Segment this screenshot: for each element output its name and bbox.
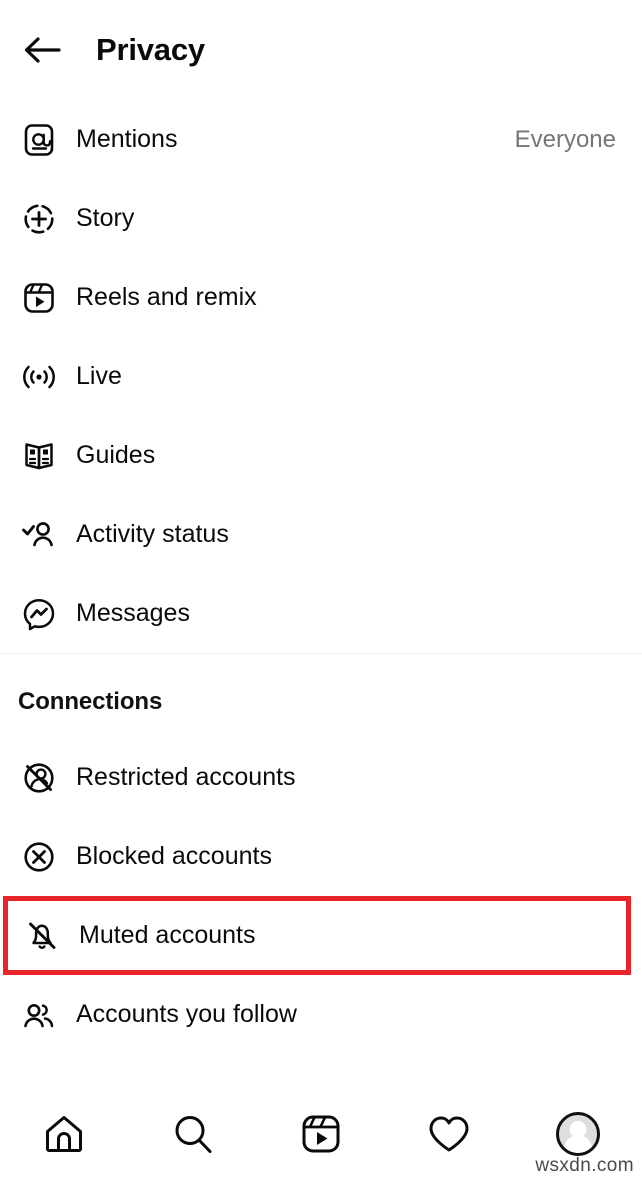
list-item-accounts-you-follow[interactable]: Accounts you follow: [0, 975, 642, 1054]
story-plus-icon: [18, 198, 60, 240]
settings-list: Mentions Everyone Story Reels and remix …: [0, 100, 642, 1054]
list-item-label: Guides: [76, 441, 156, 469]
nav-reels[interactable]: [285, 1098, 357, 1170]
header: Privacy: [0, 0, 642, 100]
person-slash-circle-icon: [18, 757, 60, 799]
two-people-icon: [18, 994, 60, 1036]
x-circle-icon: [18, 836, 60, 878]
home-icon: [42, 1112, 86, 1156]
avatar-icon: [555, 1112, 600, 1156]
privacy-settings-screen: Privacy Mentions Everyone Story Reels an…: [0, 0, 642, 1180]
page-title: Privacy: [96, 32, 205, 67]
list-item-label: Story: [76, 204, 135, 232]
list-item-reels-and-remix[interactable]: Reels and remix: [0, 258, 642, 337]
avatar-body: [563, 1135, 592, 1153]
live-broadcast-icon: [18, 356, 60, 398]
list-item-label: Mentions: [76, 125, 178, 153]
guides-book-icon: [18, 435, 60, 477]
bell-slash-icon: [21, 915, 63, 957]
list-item-label: Muted accounts: [79, 921, 256, 949]
list-item-label: Messages: [76, 599, 190, 627]
person-check-icon: [18, 514, 60, 556]
list-item-label: Blocked accounts: [76, 842, 272, 870]
nav-search[interactable]: [157, 1098, 229, 1170]
messenger-icon: [18, 593, 60, 635]
list-item-muted-accounts[interactable]: Muted accounts: [3, 896, 631, 975]
list-item-label: Activity status: [76, 520, 229, 548]
nav-home[interactable]: [28, 1098, 100, 1170]
list-item-value: Everyone: [514, 125, 616, 153]
list-item-label: Restricted accounts: [76, 763, 296, 791]
list-item-live[interactable]: Live: [0, 337, 642, 416]
watermark: wsxdn.com: [535, 1155, 634, 1176]
back-button[interactable]: [14, 22, 70, 78]
list-item-activity-status[interactable]: Activity status: [0, 495, 642, 574]
search-icon: [171, 1112, 215, 1156]
section-spacer-top: [0, 654, 642, 678]
section-title-connections: Connections: [18, 688, 163, 715]
list-item-label: Reels and remix: [76, 283, 257, 311]
list-item-messages[interactable]: Messages: [0, 574, 642, 653]
list-item-mentions[interactable]: Mentions Everyone: [0, 100, 642, 179]
at-mention-icon: [18, 119, 60, 161]
reels-icon: [300, 1113, 342, 1155]
list-item-guides[interactable]: Guides: [0, 416, 642, 495]
reels-icon: [18, 277, 60, 319]
section-spacer-bottom: [0, 726, 642, 738]
arrow-left-icon: [23, 34, 61, 66]
list-item-restricted-accounts[interactable]: Restricted accounts: [0, 738, 642, 817]
nav-activity[interactable]: [413, 1098, 485, 1170]
list-item-blocked-accounts[interactable]: Blocked accounts: [0, 817, 642, 896]
list-item-story[interactable]: Story: [0, 179, 642, 258]
list-item-label: Accounts you follow: [76, 1000, 297, 1028]
heart-icon: [427, 1113, 471, 1155]
list-item-label: Live: [76, 362, 122, 390]
